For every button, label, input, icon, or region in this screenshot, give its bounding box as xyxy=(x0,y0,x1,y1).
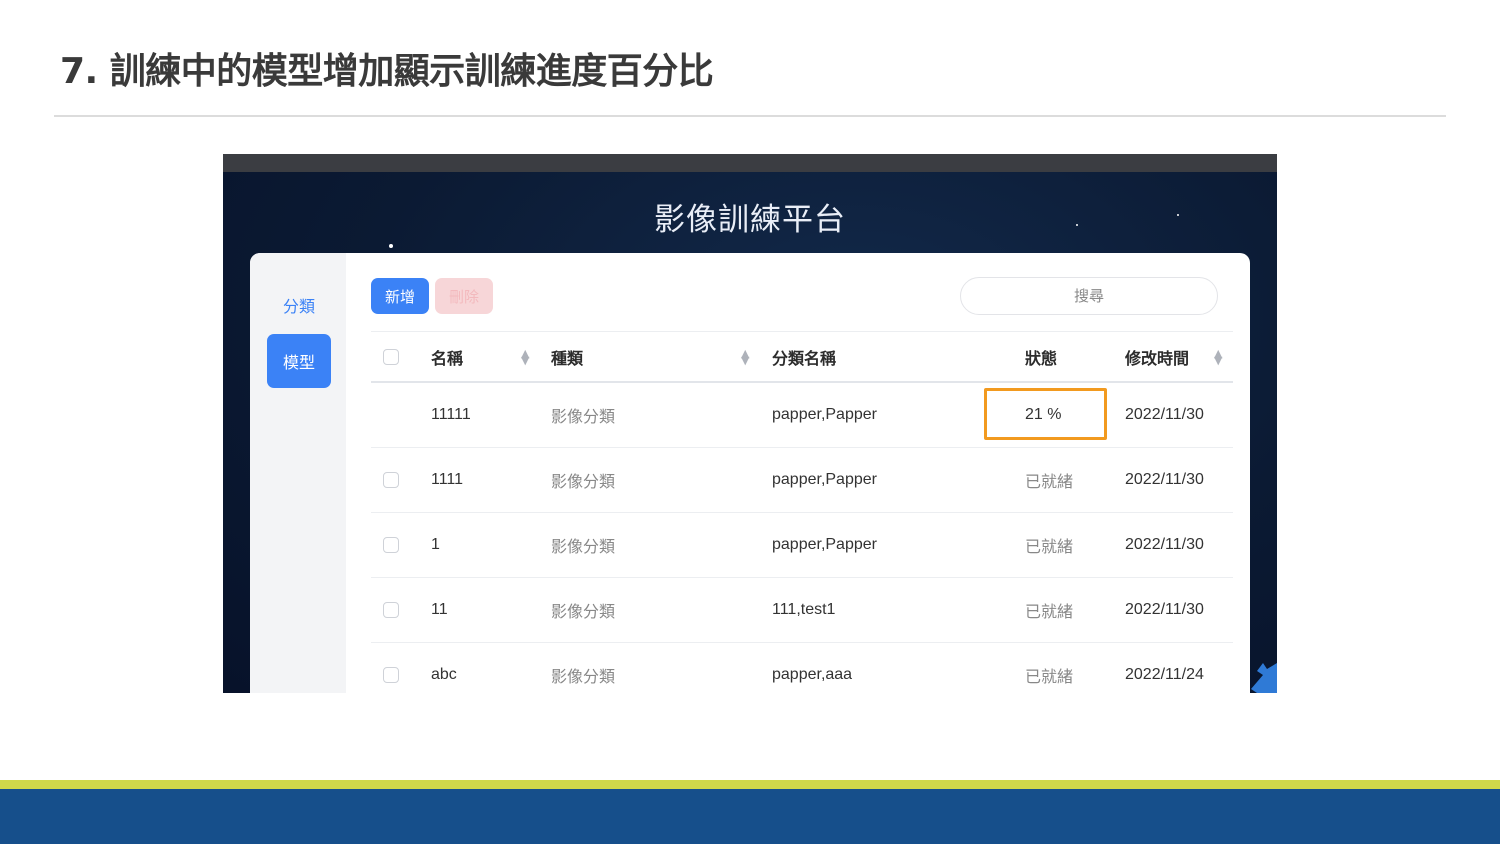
table-header: 名稱 ▲ ▼ 種類 ▲ ▼ 分類名稱 狀態 修改時間 ▲ ▼ xyxy=(371,331,1233,383)
select-all-checkbox[interactable] xyxy=(383,332,399,381)
delete-button[interactable]: 刪除 xyxy=(435,278,493,314)
row-name: 1111 xyxy=(431,471,464,488)
app-title: 影像訓練平台 xyxy=(654,202,846,238)
app-screenshot: 影像訓練平台 分類 模型 新增 刪除 搜尋 名稱 ▲ ▼ 種類 ▲ ▼ 分類名稱 狀… xyxy=(223,154,1277,693)
header-type[interactable]: 種類 xyxy=(551,332,583,381)
row-name: 11111 xyxy=(431,406,471,423)
row-modified: 2022/11/30 xyxy=(1125,406,1204,423)
row-status: 已就緒 xyxy=(1025,537,1074,556)
row-category: papper,aaa xyxy=(772,666,853,683)
sort-icon[interactable]: ▲ ▼ xyxy=(741,332,749,381)
footer-band-accent xyxy=(0,780,1500,789)
row-modified: 2022/11/30 xyxy=(1125,601,1204,618)
row-status: 已就緒 xyxy=(1025,472,1074,491)
header-modified[interactable]: 修改時間 xyxy=(1125,332,1189,381)
row-type: 影像分類 xyxy=(551,407,616,426)
row-name: 11 xyxy=(431,601,448,618)
header-status: 狀態 xyxy=(1025,348,1058,368)
browser-bar xyxy=(223,154,1277,172)
table-row[interactable]: 11 影像分類 111,test1 已就緒 2022/11/30 xyxy=(371,578,1233,643)
row-category: 111,test1 xyxy=(772,601,836,618)
row-modified: 2022/11/24 xyxy=(1125,666,1204,683)
slide-title: 7. 訓練中的模型增加顯示訓練進度百分比 xyxy=(60,51,714,92)
row-name: 1 xyxy=(431,536,440,553)
table-row[interactable]: 1 影像分類 papper,Papper 已就緒 2022/11/30 xyxy=(371,513,1233,578)
table-row[interactable]: abc 影像分類 papper,aaa 已就緒 2022/11/24 xyxy=(371,643,1233,693)
progress-highlight-box xyxy=(984,388,1107,440)
row-checkbox[interactable] xyxy=(383,643,399,693)
row-modified: 2022/11/30 xyxy=(1125,536,1204,553)
sort-icon[interactable]: ▲ ▼ xyxy=(521,332,529,381)
header-category: 分類名稱 xyxy=(772,348,837,368)
row-category: papper,Papper xyxy=(772,471,877,488)
row-category: papper,Papper xyxy=(772,406,877,423)
row-type: 影像分類 xyxy=(551,667,616,686)
row-type: 影像分類 xyxy=(551,472,616,491)
sidebar-item-category[interactable]: 分類 xyxy=(267,278,331,332)
title-divider xyxy=(54,115,1446,117)
row-category: papper,Papper xyxy=(772,536,877,553)
search-input[interactable]: 搜尋 xyxy=(960,277,1218,315)
table-row[interactable]: 1111 影像分類 papper,Papper 已就緒 2022/11/30 xyxy=(371,448,1233,513)
star-decoration xyxy=(389,244,393,248)
sidebar: 分類 模型 xyxy=(250,253,346,693)
row-checkbox[interactable] xyxy=(383,448,399,512)
sort-icon[interactable]: ▲ ▼ xyxy=(1214,332,1222,381)
footer-band xyxy=(0,789,1500,844)
row-type: 影像分類 xyxy=(551,537,616,556)
row-checkbox[interactable] xyxy=(383,513,399,577)
row-status: 已就緒 xyxy=(1025,602,1074,621)
row-name: abc xyxy=(431,666,457,683)
row-modified: 2022/11/30 xyxy=(1125,471,1204,488)
corner-graphic-decoration xyxy=(1251,663,1277,693)
add-button[interactable]: 新增 xyxy=(371,278,429,314)
model-table: 名稱 ▲ ▼ 種類 ▲ ▼ 分類名稱 狀態 修改時間 ▲ ▼ 11111 影像分類 p… xyxy=(371,331,1233,693)
sidebar-item-model[interactable]: 模型 xyxy=(267,334,331,388)
main-panel: 分類 模型 新增 刪除 搜尋 名稱 ▲ ▼ 種類 ▲ ▼ 分類名稱 狀態 修改時間 … xyxy=(250,253,1250,693)
row-type: 影像分類 xyxy=(551,602,616,621)
header-name[interactable]: 名稱 xyxy=(431,332,463,381)
row-checkbox[interactable] xyxy=(383,578,399,642)
row-status: 已就緒 xyxy=(1025,667,1074,686)
